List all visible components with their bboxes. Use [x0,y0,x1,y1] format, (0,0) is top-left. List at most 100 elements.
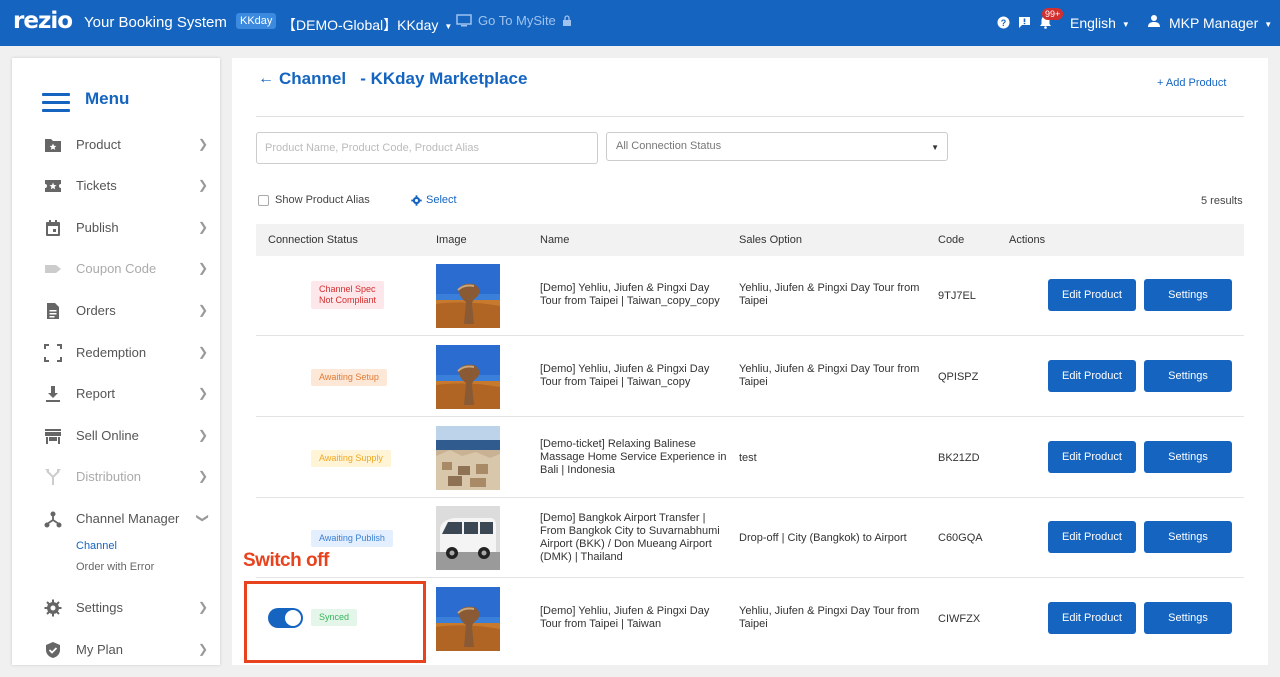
sidebar-subitem-channel[interactable]: Channel [76,540,117,552]
product-image [436,264,500,328]
settings-button[interactable]: Settings [1144,279,1232,311]
network-icon [44,511,62,528]
edit-product-button[interactable]: Edit Product [1048,441,1136,473]
sidebar-item-label: Orders [76,303,116,318]
select-columns-button[interactable]: Select [411,194,457,206]
column-header: Image [436,234,467,246]
rezio-logo[interactable]: rezio [13,8,73,34]
sidebar-item-label: Publish [76,220,119,235]
product-icon [45,139,61,152]
sidebar-item-redemption[interactable]: Redemption ❯ [12,336,220,370]
menu-title: Menu [85,89,130,108]
settings-button[interactable]: Settings [1144,441,1232,473]
sidebar-item-distribution[interactable]: Distribution ❯ [12,460,220,494]
tickets-icon [45,180,61,192]
hamburger-menu-button[interactable] [42,88,70,117]
user-menu[interactable]: MKP Manager ▼ [1169,15,1272,31]
edit-product-button[interactable]: Edit Product [1048,279,1136,311]
product-name: [Demo] Yehliu, Jiufen & Pingxi Day Tour … [540,363,710,388]
chevron-right-icon: ❯ [198,137,209,151]
lock-icon [562,15,571,26]
chevron-right-icon: ❯ [198,261,209,275]
chevron-right-icon: ❯ [198,428,209,442]
show-product-alias-checkbox[interactable]: Show Product Alias [258,194,370,206]
chevron-down-icon: ❯ [196,512,211,524]
back-arrow-icon[interactable]: ← [258,70,274,88]
column-header: Code [938,234,965,246]
product-search-input[interactable] [256,132,598,164]
table-row: Awaiting Setup [Demo] Yehliu, Jiufen & P… [256,337,1244,417]
divider [256,116,1244,117]
chat-icon[interactable] [1018,16,1031,29]
language-selector[interactable]: English ▼ [1070,15,1130,31]
scan-icon [44,344,62,362]
monitor-icon [456,14,472,27]
sidebar-item-publish[interactable]: Publish ❯ [12,211,220,245]
status-badge: Channel Spec Not Compliant [311,281,385,309]
sidebar-item-label: My Plan [76,642,123,657]
chevron-right-icon: ❯ [198,178,209,192]
results-count: 5 results [1201,195,1243,207]
rock-coast-image [436,587,500,651]
add-product-link[interactable]: + Add Product [1157,77,1226,89]
user-name-label: MKP Manager [1169,15,1259,31]
product-image [436,587,500,651]
user-icon[interactable] [1147,14,1161,28]
product-name: [Demo] Yehliu, Jiufen & Pingxi Day Tour … [540,282,720,307]
table-row: Awaiting Publish [Demo] Bangkok Airport … [256,498,1244,578]
help-icon[interactable]: ? [997,16,1010,29]
rock-coast-image [436,345,500,409]
sidebar-item-sell-online[interactable]: Sell Online ❯ [12,419,220,453]
chevron-right-icon: ❯ [198,386,209,400]
edit-product-button[interactable]: Edit Product [1048,602,1136,634]
sales-option: Yehliu, Jiufen & Pingxi Day Tour from Ta… [739,363,920,388]
sidebar-item-channel-manager[interactable]: Channel Manager ❯ [12,502,220,536]
product-name: [Demo-ticket] Relaxing Balinese Massage … [540,438,727,476]
chevron-right-icon: ❯ [198,469,209,483]
sidebar-item-label: Product [76,137,121,152]
sidebar-item-label: Redemption [76,345,147,360]
status-badge: Awaiting Setup [311,369,387,386]
go-to-mysite-link[interactable]: Go To MySite [456,13,572,28]
sidebar-item-label: Coupon Code [76,261,157,276]
product-code: BK21ZD [938,452,980,464]
product-name: [Demo] Bangkok Airport Transfer | From B… [540,512,720,563]
language-label: English [1070,15,1116,31]
caret-down-icon: ▼ [1121,19,1130,29]
kkday-badge: KKday [236,13,277,29]
edit-product-button[interactable]: Edit Product [1048,521,1136,553]
sidebar-item-tickets[interactable]: Tickets ❯ [12,169,220,203]
sidebar-item-product[interactable]: Product ❯ [12,128,220,162]
sidebar-item-settings[interactable]: Settings ❯ [12,591,220,625]
account-selector[interactable]: 【DEMO-Global】KKday ▼ [282,15,452,35]
sidebar-item-report[interactable]: Report ❯ [12,377,220,411]
white-van-image [436,506,500,570]
sidebar-item-coupon-code[interactable]: Coupon Code ❯ [12,252,220,286]
product-code: QPISPZ [938,371,979,383]
sidebar-item-my-plan[interactable]: My Plan ❯ [12,633,220,667]
status-badge: Awaiting Publish [311,530,393,547]
sales-option: Drop-off | City (Bangkok) to Airport [739,532,907,544]
sidebar-item-label: Report [76,386,116,401]
edit-product-button[interactable]: Edit Product [1048,360,1136,392]
table-header: Connection Status Image Name Sales Optio… [256,224,1244,256]
settings-button[interactable]: Settings [1144,602,1232,634]
sidebar-subitem-order-with-error[interactable]: Order with Error [76,561,154,573]
system-title: Your Booking System [84,14,227,31]
settings-button[interactable]: Settings [1144,521,1232,553]
select-label: Select [426,194,457,206]
gear-icon [411,194,422,206]
sidebar: Menu Product ❯ Tickets ❯ Publish ❯ Coupo… [12,58,220,665]
product-code: C60GQA [938,532,983,544]
annotation-label: Switch off [243,550,329,571]
sidebar-item-orders[interactable]: Orders ❯ [12,294,220,328]
column-header: Connection Status [268,234,358,246]
connection-status-select-value: All Connection Status [616,140,722,152]
tag-icon [45,265,61,273]
checkbox-box [258,194,269,206]
settings-button[interactable]: Settings [1144,360,1232,392]
page-title: Channel - KKday Marketplace [279,69,528,88]
account-selector-label: 【DEMO-Global】KKday [282,17,439,33]
product-image [436,345,500,409]
connection-status-select[interactable]: All Connection Status ▼ [606,132,948,161]
